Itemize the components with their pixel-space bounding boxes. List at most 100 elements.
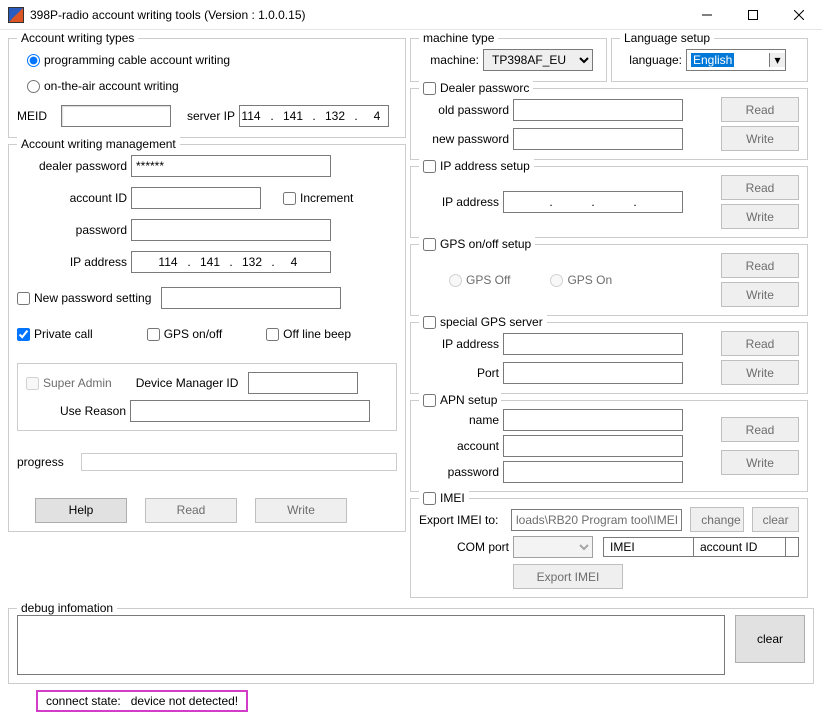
- ip-write-button[interactable]: Write: [721, 204, 799, 229]
- device-manager-id-input[interactable]: [248, 372, 358, 394]
- apn-account-label: account: [419, 439, 499, 453]
- apn-write-button[interactable]: Write: [721, 450, 799, 475]
- new-password-label: new password: [419, 132, 509, 146]
- com-port-label: COM port: [419, 540, 509, 554]
- apn-read-button[interactable]: Read: [721, 417, 799, 442]
- machine-label: machine:: [419, 53, 479, 67]
- old-password-label: old password: [419, 103, 509, 117]
- new-password-input2[interactable]: [513, 128, 683, 150]
- imei-group: IMEI Export IMEI to: change clear COM po…: [410, 498, 808, 598]
- password-label: password: [17, 223, 127, 237]
- read-button[interactable]: Read: [145, 498, 237, 523]
- minimize-button[interactable]: [684, 0, 730, 30]
- new-password-input[interactable]: [161, 287, 341, 309]
- super-admin-checkbox: Super Admin: [26, 376, 112, 390]
- imei-legend-checkbox[interactable]: IMEI: [419, 491, 469, 505]
- help-button[interactable]: Help: [35, 498, 127, 523]
- gps-read-button[interactable]: Read: [721, 253, 799, 278]
- export-imei-label: Export IMEI to:: [419, 513, 507, 527]
- export-imei-path: [511, 509, 682, 531]
- gps-on-radio: GPS On: [550, 273, 612, 287]
- gps-onoff-checkbox[interactable]: GPS on/off: [147, 327, 222, 341]
- dealer-read-button[interactable]: Read: [721, 97, 799, 122]
- write-button[interactable]: Write: [255, 498, 347, 523]
- super-admin-group: Super Admin Device Manager ID Use Reason: [17, 363, 397, 431]
- meid-input[interactable]: [61, 105, 171, 127]
- apn-password-label: password: [419, 465, 499, 479]
- special-gps-port-label: Port: [419, 366, 499, 380]
- apn-account-input[interactable]: [503, 435, 683, 457]
- title-bar: 398P-radio account writing tools (Versio…: [0, 0, 822, 30]
- language-setup-group: Language setup language: English ▾: [611, 38, 808, 82]
- dealer-password-legend-checkbox[interactable]: Dealer passworc: [419, 81, 533, 95]
- app-icon: [8, 7, 24, 23]
- password-input[interactable]: [131, 219, 331, 241]
- account-id-label: account ID: [17, 191, 127, 205]
- change-button[interactable]: change: [690, 507, 743, 532]
- close-button[interactable]: [776, 0, 822, 30]
- dealer-write-button[interactable]: Write: [721, 126, 799, 151]
- special-gps-ip-input[interactable]: [503, 333, 683, 355]
- server-ip-label: server IP: [175, 109, 235, 123]
- gps-setup-legend-checkbox[interactable]: GPS on/off setup: [419, 237, 535, 251]
- chevron-down-icon: ▾: [769, 53, 785, 67]
- ip-setup-input[interactable]: ...: [503, 191, 683, 213]
- apn-legend-checkbox[interactable]: APN setup: [419, 393, 501, 407]
- dealer-password-input[interactable]: [131, 155, 331, 177]
- on-the-air-radio[interactable]: on-the-air account writing: [27, 79, 179, 93]
- dealer-password-group: Dealer passworc old password Read new pa…: [410, 88, 808, 160]
- gps-off-radio: GPS Off: [449, 273, 510, 287]
- account-writing-management-group: Account writing management dealer passwo…: [8, 144, 406, 532]
- use-reason-input[interactable]: [130, 400, 370, 422]
- imei-table-header: IMEI account ID: [603, 537, 799, 557]
- apn-password-input[interactable]: [503, 461, 683, 483]
- language-label: language:: [620, 53, 682, 67]
- special-gps-write-button[interactable]: Write: [721, 360, 799, 385]
- export-imei-button[interactable]: Export IMEI: [513, 564, 623, 589]
- connect-status: connect state: device not detected!: [36, 690, 248, 712]
- device-manager-id-label: Device Manager ID: [136, 376, 239, 390]
- account-writing-types-group: Account writing types programming cable …: [8, 38, 406, 138]
- ip-address-input[interactable]: 114. 141. 132. 4: [131, 251, 331, 273]
- group-legend: Account writing types: [17, 31, 138, 45]
- special-gps-port-input[interactable]: [503, 362, 683, 384]
- gps-write-button[interactable]: Write: [721, 282, 799, 307]
- debug-textarea[interactable]: [17, 615, 725, 675]
- gps-onoff-setup-group: GPS on/off setup GPS Off GPS On Read Wri…: [410, 244, 808, 316]
- new-password-checkbox[interactable]: New password setting: [17, 291, 151, 305]
- maximize-button[interactable]: [730, 0, 776, 30]
- ip-setup-legend-checkbox[interactable]: IP address setup: [419, 159, 534, 173]
- progress-label: progress: [17, 455, 77, 469]
- ip-read-button[interactable]: Read: [721, 175, 799, 200]
- special-gps-read-button[interactable]: Read: [721, 331, 799, 356]
- dealer-password-label: dealer password: [17, 159, 127, 173]
- account-id-input[interactable]: [131, 187, 261, 209]
- machine-select[interactable]: TP398AF_EU: [483, 49, 593, 71]
- server-ip-input[interactable]: 114. 141. 132. 4: [239, 105, 389, 127]
- progress-bar: [81, 453, 397, 471]
- language-select[interactable]: English ▾: [686, 49, 786, 71]
- special-gps-ip-label: IP address: [419, 337, 499, 351]
- ip-address-setup-group: IP address setup IP address ... Read Wri…: [410, 166, 808, 238]
- increment-checkbox[interactable]: Increment: [283, 191, 353, 205]
- special-gps-legend-checkbox[interactable]: special GPS server: [419, 315, 547, 329]
- com-port-select[interactable]: [513, 536, 593, 558]
- window-title: 398P-radio account writing tools (Versio…: [30, 8, 684, 22]
- old-password-input[interactable]: [513, 99, 683, 121]
- group-legend: Account writing management: [17, 137, 180, 151]
- machine-type-group: machine type machine: TP398AF_EU: [410, 38, 607, 82]
- meid-label: MEID: [17, 109, 57, 123]
- debug-clear-button[interactable]: clear: [735, 615, 805, 663]
- private-call-checkbox[interactable]: Private call: [17, 327, 93, 341]
- special-gps-server-group: special GPS server IP address Read Port …: [410, 322, 808, 394]
- use-reason-label: Use Reason: [26, 404, 126, 418]
- imei-clear-button[interactable]: clear: [752, 507, 799, 532]
- apn-setup-group: APN setup name account password Read Wri…: [410, 400, 808, 492]
- group-legend: Language setup: [620, 31, 714, 45]
- offline-beep-checkbox[interactable]: Off line beep: [266, 327, 351, 341]
- group-legend: machine type: [419, 31, 498, 45]
- apn-name-label: name: [419, 413, 499, 427]
- programming-cable-radio[interactable]: programming cable account writing: [27, 53, 230, 67]
- ip-address-label2: IP address: [419, 195, 499, 209]
- apn-name-input[interactable]: [503, 409, 683, 431]
